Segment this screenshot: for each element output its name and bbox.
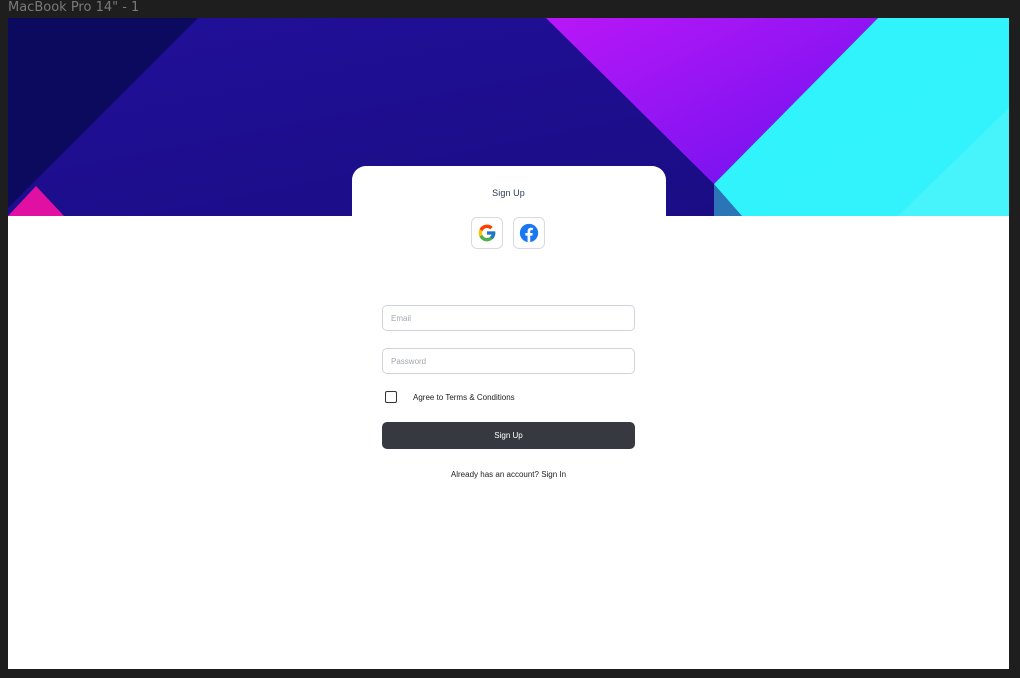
signin-link[interactable]: Sign In <box>541 470 566 479</box>
terms-label: Agree to Terms & Conditions <box>413 393 515 402</box>
frame-label: MacBook Pro 14" - 1 <box>8 0 140 15</box>
facebook-signin-button[interactable] <box>513 217 545 249</box>
terms-checkbox[interactable] <box>385 391 397 403</box>
google-signin-button[interactable] <box>471 217 503 249</box>
facebook-icon <box>519 223 539 243</box>
signup-page: Sign Up Agree to Terms & Conditions Sign… <box>8 18 1009 669</box>
google-icon <box>478 224 496 242</box>
password-field[interactable] <box>382 348 635 374</box>
signin-prompt-row: Already has an account? Sign In <box>8 470 1009 479</box>
card-title: Sign Up <box>492 188 525 198</box>
signup-button[interactable]: Sign Up <box>382 422 635 449</box>
email-field[interactable] <box>382 305 635 331</box>
signin-prompt-text: Already has an account? <box>450 470 542 479</box>
